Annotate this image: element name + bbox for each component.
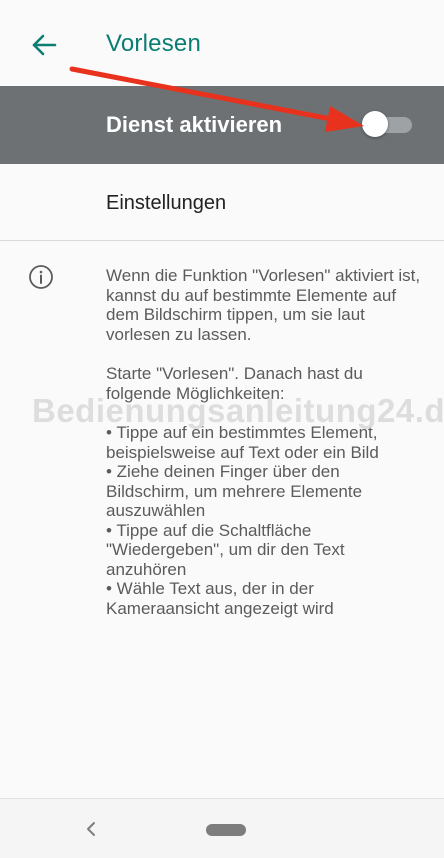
section-divider	[0, 240, 444, 241]
settings-label: Einstellungen	[106, 192, 227, 214]
arrow-left-icon[interactable]	[30, 30, 60, 60]
service-toggle-switch[interactable]	[362, 111, 414, 137]
info-icon	[29, 265, 53, 289]
info-bullet-2: • Ziehe deinen Finger über den Bildschir…	[106, 462, 363, 520]
page-title: Vorlesen	[106, 30, 201, 57]
system-nav-bar	[0, 799, 444, 858]
info-description: Wenn die Funktion "Vorlesen" aktiviert i…	[106, 266, 426, 618]
home-pill-icon[interactable]	[206, 824, 246, 836]
info-bullet-4: • Wähle Text aus, der in der Kameraansic…	[106, 579, 334, 618]
settings-row[interactable]: Einstellungen	[0, 164, 444, 240]
watermark: Bedienungsanleitung24.de	[32, 392, 444, 429]
switch-thumb	[362, 111, 388, 137]
chevron-left-icon[interactable]	[82, 820, 100, 838]
service-toggle-label: Dienst aktivieren	[106, 112, 283, 137]
service-toggle-row[interactable]: Dienst aktivieren	[0, 86, 444, 164]
info-paragraph-1: Wenn die Funktion "Vorlesen" aktiviert i…	[106, 266, 421, 344]
info-bullet-3: • Tippe auf die Schaltfläche "Wiedergebe…	[106, 520, 345, 579]
app-bar: Vorlesen	[0, 0, 444, 86]
